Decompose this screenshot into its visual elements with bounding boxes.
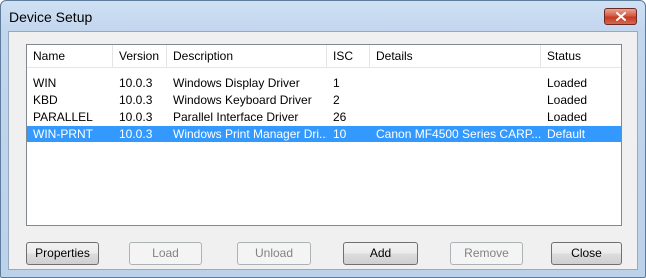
device-list[interactable]: Name Version Description ISC Details Sta…	[26, 44, 622, 226]
cell-details	[370, 109, 541, 125]
cell-name: WIN	[33, 76, 57, 90]
add-button[interactable]: Add	[343, 242, 418, 265]
cell-isc: 26	[333, 110, 347, 124]
unload-button[interactable]: Unload	[237, 242, 311, 265]
close-button[interactable]: Close	[551, 242, 622, 265]
cell-isc: 1	[333, 76, 340, 90]
cell-status: Loaded	[547, 93, 588, 107]
cell-version: 10.0.3	[119, 93, 153, 107]
cell-name: PARALLEL	[33, 110, 93, 124]
cell-name: KBD	[33, 93, 58, 107]
cell-details	[370, 92, 541, 108]
table-row-selected[interactable]: WIN-PRNT 10.0.3 Windows Print Manager Dr…	[27, 126, 621, 142]
column-header-isc[interactable]: ISC	[327, 45, 370, 67]
cell-status: Default	[547, 127, 586, 141]
load-button[interactable]: Load	[129, 242, 202, 265]
column-header-status[interactable]: Status	[541, 45, 621, 67]
table-row[interactable]: WIN 10.0.3 Windows Display Driver 1 Load…	[27, 75, 621, 91]
cell-details	[370, 75, 541, 91]
list-header: Name Version Description ISC Details Sta…	[27, 45, 621, 68]
cell-description: Windows Keyboard Driver	[173, 93, 312, 107]
cell-description: Windows Display Driver	[173, 76, 300, 90]
cell-name: WIN-PRNT	[33, 127, 93, 141]
cell-description: Windows Print Manager Dri...	[173, 127, 327, 141]
remove-button[interactable]: Remove	[450, 242, 523, 265]
device-setup-window: Device Setup Name Version Description IS…	[0, 0, 646, 278]
cell-version: 10.0.3	[119, 127, 153, 141]
cell-description: Parallel Interface Driver	[173, 110, 299, 124]
window-title: Device Setup	[9, 9, 93, 25]
cell-version: 10.0.3	[119, 76, 153, 90]
column-header-version[interactable]: Version	[113, 45, 167, 67]
close-window-button[interactable]	[604, 8, 637, 25]
column-header-description[interactable]: Description	[167, 45, 327, 67]
cell-isc: 2	[333, 93, 340, 107]
cell-status: Loaded	[547, 76, 588, 90]
cell-details: Canon MF4500 Series CARP...	[376, 127, 541, 141]
table-row[interactable]: KBD 10.0.3 Windows Keyboard Driver 2 Loa…	[27, 92, 621, 108]
properties-button[interactable]: Properties	[26, 242, 99, 265]
close-x-icon	[615, 12, 626, 21]
cell-version: 10.0.3	[119, 110, 153, 124]
dialog-client-area: Name Version Description ISC Details Sta…	[8, 31, 638, 270]
column-header-name[interactable]: Name	[27, 45, 113, 67]
title-bar[interactable]: Device Setup	[1, 1, 645, 31]
cell-isc: 10	[333, 127, 347, 141]
column-header-details[interactable]: Details	[370, 45, 541, 67]
cell-status: Loaded	[547, 110, 588, 124]
table-row[interactable]: PARALLEL 10.0.3 Parallel Interface Drive…	[27, 109, 621, 125]
